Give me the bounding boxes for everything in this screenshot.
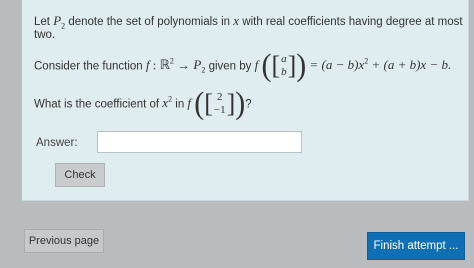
right-paren: ) <box>296 48 307 84</box>
answer-label: Answer: <box>36 137 78 149</box>
math-f: f <box>254 57 259 73</box>
math-R2: ℝ2 <box>160 57 174 72</box>
text-segment: Consider the function <box>34 60 146 73</box>
math-symbol: ℝ <box>159 57 170 73</box>
check-button[interactable]: Check <box>55 163 105 187</box>
text-segment: in <box>172 98 188 111</box>
math-expression: + (a + b)x − b. <box>368 57 452 73</box>
right-bracket: ] <box>226 89 236 119</box>
left-paren: ( <box>261 48 272 84</box>
math-P2: P2 <box>193 57 205 75</box>
function-definition: Consider the function f : ℝ2 → P2 given … <box>34 47 451 86</box>
text-segment: Let <box>34 16 54 28</box>
math-x2: x2 <box>162 95 172 110</box>
right-bracket: ] <box>287 51 297 81</box>
vector-entry: b <box>281 66 287 79</box>
text-segment: What is the coefficient of <box>34 98 163 111</box>
math-f: f <box>187 95 192 111</box>
math-expression: = (a − b)x <box>309 57 365 73</box>
right-paren: ) <box>235 86 246 122</box>
vector-entry: −1 <box>213 104 226 117</box>
math-arrow: → <box>173 57 194 73</box>
vector-2-neg1: 2 −1 <box>214 91 226 117</box>
left-bracket: [ <box>271 51 281 81</box>
function-rhs: = (a − b)x2 + (a + b)x − b. <box>309 57 451 72</box>
text-segment: denote the set of polynomials in <box>65 16 234 28</box>
math-P: P2 <box>53 13 65 31</box>
question-mark: ? <box>245 98 252 111</box>
answer-input[interactable] <box>97 131 302 153</box>
text-segment: with real coefficients having degree at … <box>239 16 463 28</box>
question-text-line-1: Let P2 denote the set of polynomials in … <box>34 13 463 31</box>
question-prompt: What is the coefficient of x2 in f ([2 −1… <box>34 85 252 122</box>
vector-entry: 2 <box>217 91 223 104</box>
previous-page-button[interactable]: Previous page <box>24 229 104 253</box>
finish-attempt-button[interactable]: Finish attempt ... <box>367 232 465 260</box>
left-bracket: [ <box>204 89 213 119</box>
vector-ab: ab <box>281 53 287 79</box>
question-text-line-2: two. <box>34 29 56 41</box>
vector-entry: a <box>281 53 287 66</box>
left-paren: ( <box>194 86 205 122</box>
math-colon: : <box>149 57 160 73</box>
question-panel: Let P2 denote the set of polynomials in … <box>22 0 469 201</box>
math-symbol: P <box>53 13 62 28</box>
text-segment: given by <box>205 60 255 73</box>
